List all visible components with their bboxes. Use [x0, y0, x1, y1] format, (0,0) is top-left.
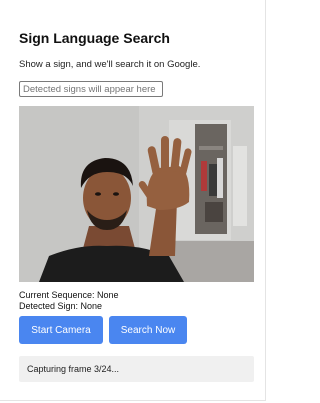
detected-signs-input[interactable] [19, 81, 163, 97]
search-now-button[interactable]: Search Now [109, 316, 187, 344]
current-sequence-label: Current Sequence: None [19, 290, 119, 300]
page-subtitle: Show a sign, and we'll search it on Goog… [19, 59, 201, 70]
page-title: Sign Language Search [19, 30, 170, 46]
detected-sign-label: Detected Sign: None [19, 301, 103, 311]
webcam-video [19, 106, 254, 282]
start-camera-button[interactable]: Start Camera [19, 316, 103, 344]
status-message: Capturing frame 3/24... [27, 364, 120, 374]
status-box: Capturing frame 3/24... [19, 356, 254, 382]
app-panel: Sign Language Search Show a sign, and we… [0, 0, 266, 401]
